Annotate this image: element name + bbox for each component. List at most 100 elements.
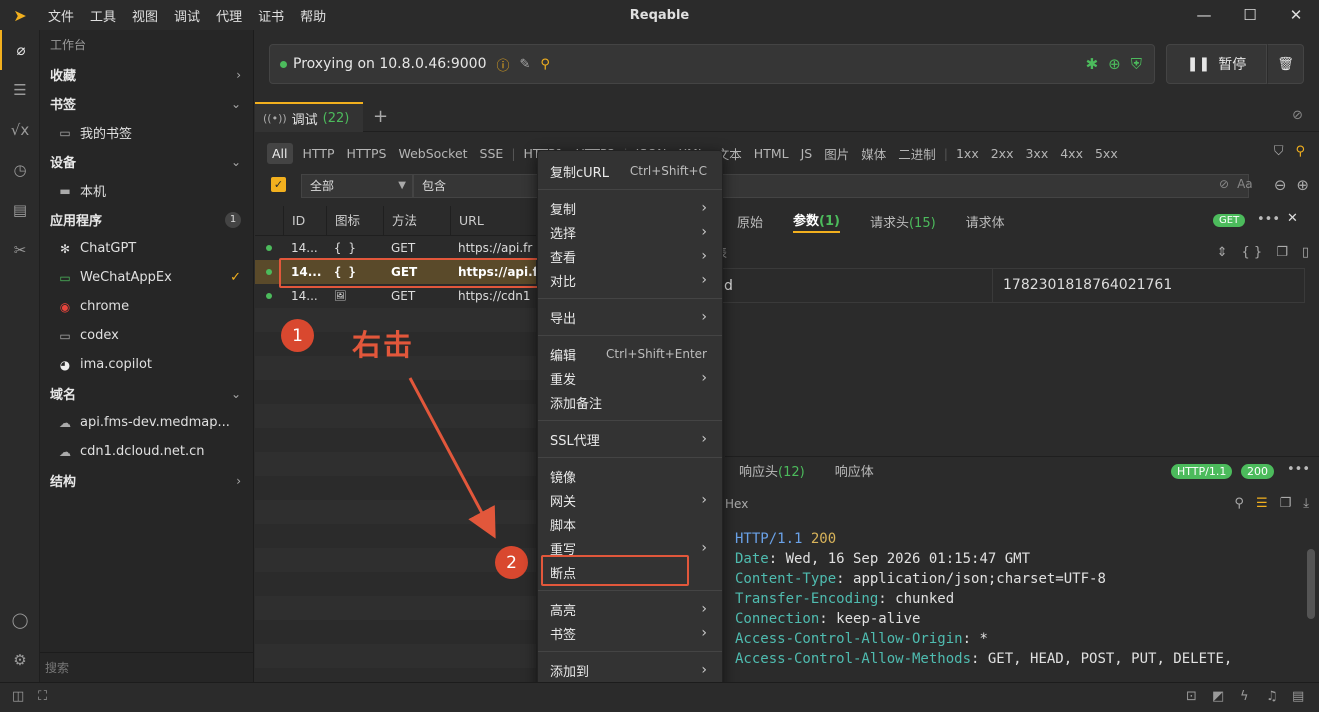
account-icon[interactable]: ◯ xyxy=(0,600,40,640)
table-row[interactable]: 14... { } GET https://api.fr xyxy=(255,236,536,260)
context-menu-item[interactable]: 编辑 Ctrl+Shift+Enter xyxy=(538,342,722,366)
menu-help[interactable]: 帮助 xyxy=(292,6,334,25)
script-icon[interactable]: ⊡ xyxy=(1186,689,1197,704)
vertical-scrollbar[interactable] xyxy=(1307,549,1315,619)
sidebar-item-codex[interactable]: ▭ codex xyxy=(40,321,253,350)
hex-view-tab[interactable]: Hex xyxy=(725,497,748,511)
context-menu-item[interactable]: SSL代理 › xyxy=(538,427,722,451)
bug-icon[interactable]: ✱ xyxy=(1086,55,1099,73)
context-menu-item[interactable]: 重发 › xyxy=(538,366,722,390)
context-menu-item[interactable]: 添加到 › xyxy=(538,658,722,682)
filter-http[interactable]: HTTP xyxy=(297,146,341,161)
sort-icon[interactable]: ⇕ xyxy=(1217,245,1228,260)
menu-file[interactable]: 文件 xyxy=(40,6,82,25)
add-condition-icon[interactable]: ⊕ xyxy=(1296,176,1309,194)
capture-icon[interactable]: ⌀ xyxy=(0,30,40,70)
search-enable-checkbox[interactable]: ✓ xyxy=(271,177,286,192)
bookmark-filter-icon[interactable]: ⛉ xyxy=(1274,144,1284,159)
copy-icon[interactable]: ❐ xyxy=(1276,245,1288,260)
column-url[interactable]: URL xyxy=(450,206,536,235)
comment-icon[interactable]: ◩ xyxy=(1212,689,1224,704)
context-menu-item[interactable]: 导出 › xyxy=(538,305,722,329)
menu-view[interactable]: 视图 xyxy=(124,6,166,25)
info-icon[interactable]: ⓘ xyxy=(496,55,509,74)
filter-image[interactable]: 图片 xyxy=(818,144,855,163)
braces-icon[interactable]: { } xyxy=(1242,245,1263,260)
sidebar-search-input[interactable]: 搜索 xyxy=(40,652,254,682)
menu-certificate[interactable]: 证书 xyxy=(250,6,292,25)
filter-html[interactable]: HTML xyxy=(748,146,795,161)
file-icon[interactable]: ▯ xyxy=(1302,245,1309,260)
filter-media[interactable]: 媒体 xyxy=(855,144,892,163)
section-bookmarks[interactable]: 书签 ⌄ xyxy=(40,89,253,118)
remove-condition-icon[interactable]: ⊖ xyxy=(1274,176,1287,194)
shield-icon[interactable]: ⛨ xyxy=(1131,55,1142,73)
filter-3xx[interactable]: 3xx xyxy=(1019,146,1054,161)
case-sensitive-toggle[interactable]: Aa xyxy=(1237,177,1253,191)
search-icon[interactable]: ⚲ xyxy=(1295,144,1305,159)
context-menu-item[interactable]: 添加备注 xyxy=(538,390,722,414)
section-apps[interactable]: 应用程序 1 xyxy=(40,205,253,234)
pause-button[interactable]: ❚❚ 暂停 xyxy=(1166,44,1267,84)
sidebar-item-ima-copilot[interactable]: ◕ ima.copilot xyxy=(40,350,253,379)
pin-icon[interactable]: ⚲ xyxy=(540,57,550,72)
bell-icon[interactable]: ♫ xyxy=(1266,689,1278,704)
section-domains[interactable]: 域名 ⌄ xyxy=(40,379,253,408)
tab-response-body[interactable]: 响应体 xyxy=(835,461,874,480)
context-menu-item[interactable]: 对比 › xyxy=(538,268,722,292)
layout-icon[interactable]: ▤ xyxy=(1292,689,1304,704)
filter-4xx[interactable]: 4xx xyxy=(1054,146,1089,161)
sidebar-item-chatgpt[interactable]: ✻ ChatGPT xyxy=(40,234,253,263)
filter-sse[interactable]: SSE xyxy=(474,146,510,161)
sidebar-item-my-bookmarks[interactable]: ▭ 我的书签 xyxy=(40,118,253,147)
close-icon[interactable]: ✕ xyxy=(1287,211,1298,226)
column-icon[interactable]: 图标 xyxy=(326,206,383,235)
filter-https[interactable]: HTTPS xyxy=(341,146,393,161)
section-devices[interactable]: 设备 ⌄ xyxy=(40,147,253,176)
tab-params[interactable]: 参数(1) xyxy=(793,210,840,233)
context-menu-item[interactable]: 查看 › xyxy=(538,244,722,268)
more-icon[interactable]: ••• xyxy=(1287,462,1310,477)
section-favorites[interactable]: 收藏 › xyxy=(40,60,253,89)
sidebar-item-chrome[interactable]: ◉ chrome xyxy=(40,292,253,321)
filter-5xx[interactable]: 5xx xyxy=(1089,146,1124,161)
lightning-icon[interactable]: ϟ xyxy=(1240,689,1249,704)
formula-icon[interactable]: √x xyxy=(0,110,40,150)
add-tab-icon[interactable]: + xyxy=(373,106,388,127)
sidebar-item-domain-api[interactable]: ☁ api.fms-dev.medmap... xyxy=(40,408,253,437)
filter-binary[interactable]: 二进制 xyxy=(892,144,942,163)
fullscreen-icon[interactable]: ⛶ xyxy=(38,689,47,704)
context-menu-item[interactable]: 复制 › xyxy=(538,196,722,220)
globe-icon[interactable]: ⊕ xyxy=(1108,55,1121,73)
no-network-icon[interactable]: ⊘ xyxy=(1292,108,1303,123)
edit-icon[interactable]: ✎ xyxy=(520,57,531,72)
sidebar-item-domain-cdn[interactable]: ☁ cdn1.dcloud.net.cn xyxy=(40,437,253,466)
settings-icon[interactable]: ⚙ xyxy=(0,640,40,680)
tab-request-body[interactable]: 请求体 xyxy=(966,212,1005,231)
sidebar-toggle-icon[interactable]: ◫ xyxy=(12,689,24,704)
context-menu-item[interactable]: 脚本 xyxy=(538,512,722,536)
download-icon[interactable]: ⤓ xyxy=(1303,496,1309,511)
context-menu-item[interactable]: 选择 › xyxy=(538,220,722,244)
maximize-icon[interactable]: ☐ xyxy=(1227,0,1273,30)
column-method[interactable]: 方法 xyxy=(383,206,450,235)
filter-2xx[interactable]: 2xx xyxy=(985,146,1020,161)
wrap-lines-icon[interactable]: ☰ xyxy=(1256,496,1268,511)
tab-request-headers[interactable]: 请求头(15) xyxy=(870,212,936,231)
document-icon[interactable]: ▤ xyxy=(0,190,40,230)
tab-debug[interactable]: ((•)) 调试 (22) xyxy=(255,102,363,132)
filter-js[interactable]: JS xyxy=(795,146,819,161)
tools-icon[interactable]: ✂ xyxy=(0,230,40,270)
sidebar-item-wechatappex[interactable]: ▭ WeChatAppEx ✓ xyxy=(40,263,253,292)
filter-all[interactable]: All xyxy=(267,142,293,164)
filter-websocket[interactable]: WebSocket xyxy=(392,146,473,161)
collections-icon[interactable]: ☰ xyxy=(0,70,40,110)
search-icon[interactable]: ⚲ xyxy=(1234,496,1244,511)
more-icon[interactable]: ••• xyxy=(1257,212,1280,227)
tab-response-headers[interactable]: 响应头(12) xyxy=(739,461,805,480)
context-menu-item[interactable]: 书签 › xyxy=(538,621,722,645)
context-menu-item[interactable]: 镜像 xyxy=(538,464,722,488)
column-id[interactable]: ID xyxy=(283,206,326,235)
filter-1xx[interactable]: 1xx xyxy=(950,146,985,161)
regex-icon[interactable]: ⊘ xyxy=(1219,177,1229,191)
